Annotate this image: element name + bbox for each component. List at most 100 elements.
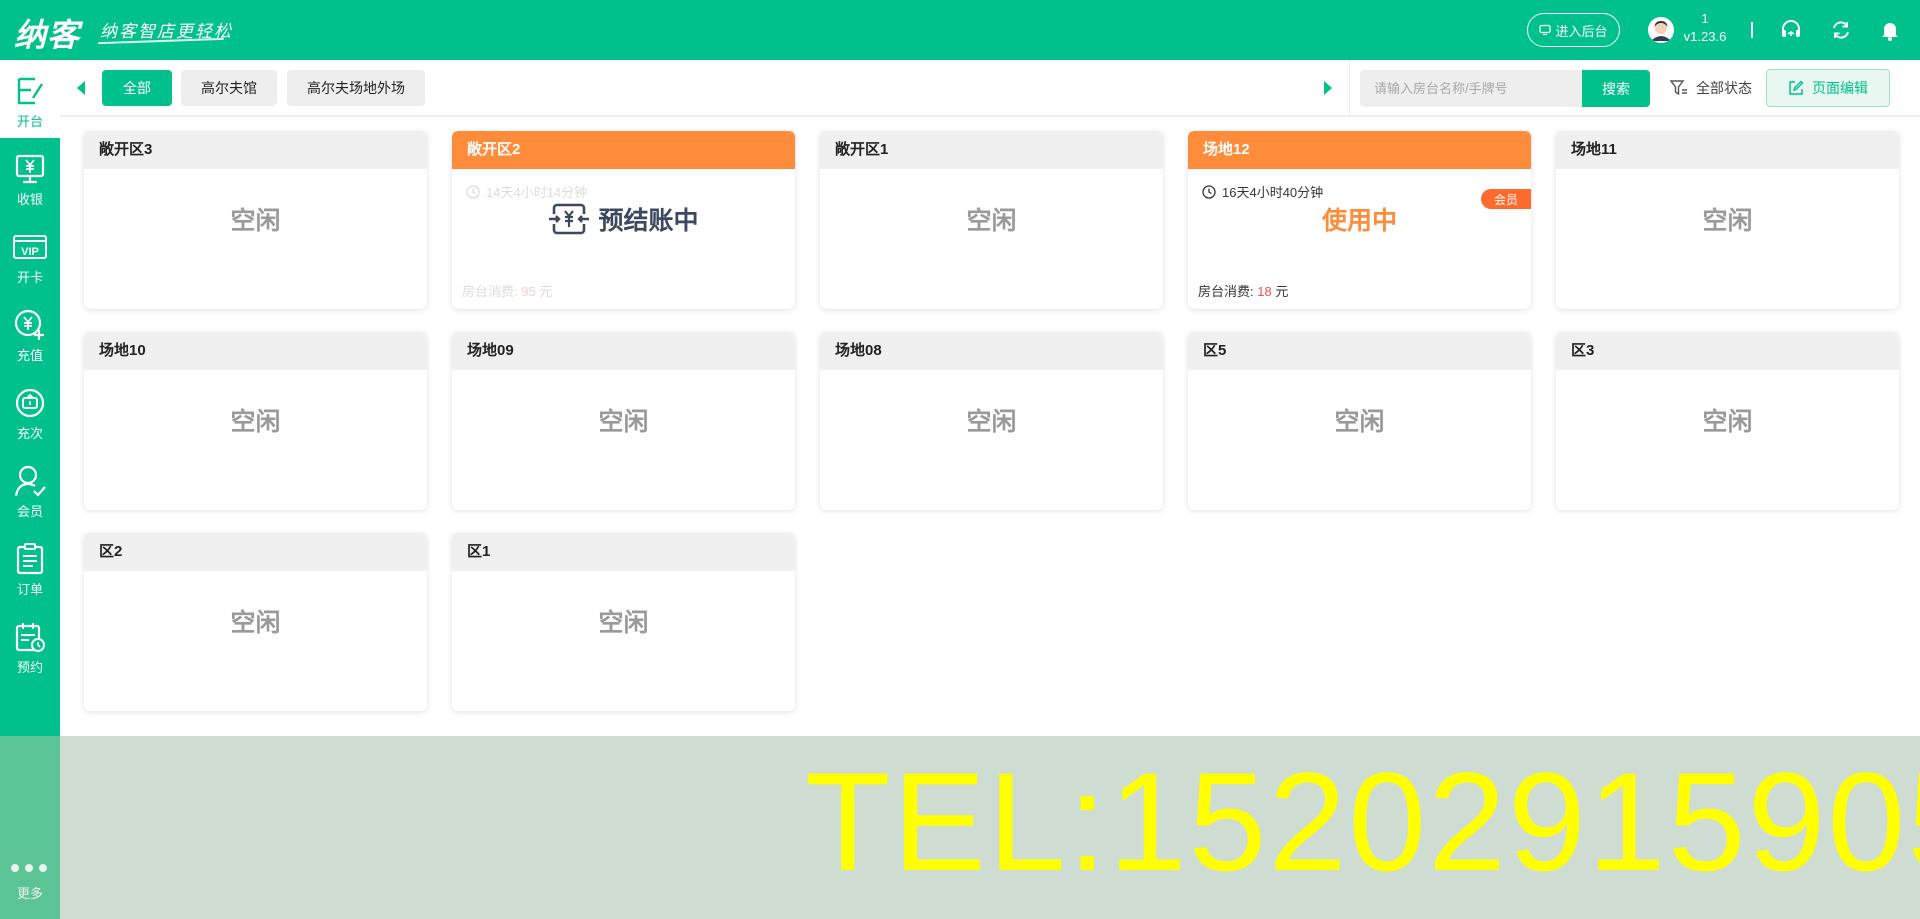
card-title: 敞开区3 — [84, 131, 427, 169]
table-card-field-10[interactable]: 场地10 空闲 — [84, 332, 427, 510]
card-fee-unit: 元 — [1275, 284, 1289, 299]
card-title: 区3 — [1556, 332, 1899, 370]
card-title: 场地09 — [452, 332, 795, 370]
tab-scroll-right-icon[interactable] — [1324, 81, 1332, 95]
recharge-times-icon — [15, 388, 45, 418]
sync-icon[interactable] — [1829, 18, 1853, 42]
nav-vip-card[interactable]: VIP 开卡 — [0, 216, 60, 294]
nav-cashier-label: 收银 — [16, 192, 43, 207]
bell-icon[interactable] — [1878, 18, 1902, 42]
table-card-zone-3[interactable]: 区3 空闲 — [1556, 332, 1899, 510]
nav-order[interactable]: 订单 — [0, 528, 60, 606]
nav-reservation-label: 预约 — [16, 660, 43, 675]
card-title: 敞开区2 — [452, 131, 795, 169]
nav-recharge[interactable]: 充值 — [0, 294, 60, 372]
open-table-icon — [17, 77, 44, 105]
filter-divider — [1349, 60, 1350, 116]
card-status: 空闲 — [598, 609, 649, 637]
nav-recharge-times[interactable]: 充次 — [0, 372, 60, 450]
card-duration: 14天4小时14分钟 — [466, 182, 587, 201]
nav-open-table-label: 开台 — [16, 114, 43, 129]
card-duration: 16天4小时40分钟 — [1202, 182, 1323, 201]
top-bar: 纳客 纳客智店更轻松 进入后台 1 v1.23.6 — [0, 0, 1920, 60]
nav-member-label: 会员 — [16, 504, 43, 519]
nav-recharge-label: 充值 — [16, 348, 43, 363]
card-fee-value: 95 — [521, 284, 536, 299]
order-icon — [16, 543, 44, 575]
card-title: 场地10 — [84, 332, 427, 370]
table-card-zone-2[interactable]: 区2 空闲 — [84, 533, 427, 711]
card-status: 使用中 — [1321, 207, 1397, 235]
card-title: 场地08 — [820, 332, 1163, 370]
card-fee-unit: 元 — [539, 284, 553, 299]
card-fee-label: 房台消费: — [462, 284, 518, 299]
clock-icon — [466, 184, 480, 199]
card-status: 空闲 — [1334, 408, 1385, 436]
table-card-zone-1[interactable]: 区1 空闲 — [452, 533, 795, 711]
card-status: 空闲 — [598, 408, 649, 436]
cashier-icon — [15, 154, 45, 184]
nav-member[interactable]: 会员 — [0, 450, 60, 528]
tab-golf-outdoor[interactable]: 高尔夫场地外场 — [287, 70, 425, 106]
nav-recharge-times-label: 充次 — [16, 426, 43, 441]
avatar[interactable] — [1648, 17, 1674, 43]
table-card-open-3[interactable]: 敞开区3 空闲 — [84, 131, 427, 309]
page-edit-label: 页面编辑 — [1812, 80, 1868, 96]
card-fee-label: 房台消费: — [1198, 284, 1254, 299]
card-status: 空闲 — [230, 408, 281, 436]
table-card-field-11[interactable]: 场地11 空闲 — [1556, 131, 1899, 309]
header-divider — [1751, 22, 1753, 38]
member-icon — [14, 465, 46, 497]
nav-cashier[interactable]: 收银 — [0, 138, 60, 216]
headset-icon[interactable] — [1779, 18, 1803, 42]
table-card-field-12[interactable]: 场地12 16天4小时40分钟 会员 使用中 房台消费: 18 元 — [1188, 131, 1531, 309]
card-title: 场地11 — [1556, 131, 1899, 169]
nav-vip-card-label: 开卡 — [16, 270, 43, 285]
card-title: 区1 — [452, 533, 795, 571]
svg-text:VIP: VIP — [21, 246, 39, 258]
card-status: 空闲 — [966, 207, 1017, 235]
user-name: 1 — [1701, 11, 1709, 26]
card-title: 敞开区1 — [820, 131, 1163, 169]
card-fee: 房台消费: 18 元 — [1198, 281, 1288, 300]
page-edit-button[interactable]: 页面编辑 — [1766, 69, 1890, 107]
status-filter[interactable]: 全部状态 — [1670, 78, 1752, 98]
user-info[interactable]: 1 v1.23.6 — [1680, 10, 1730, 46]
nav-more-label[interactable]: 更多 — [0, 883, 60, 902]
enter-backend-button[interactable]: 进入后台 — [1527, 13, 1620, 47]
nav-reservation[interactable]: 预约 — [0, 606, 60, 684]
tab-scroll-left-icon[interactable] — [77, 81, 85, 95]
card-duration-text: 14天4小时14分钟 — [486, 185, 588, 200]
table-card-zone-5[interactable]: 区5 空闲 — [1188, 332, 1531, 510]
tab-golf-hall[interactable]: 高尔夫馆 — [181, 70, 277, 106]
status-filter-label: 全部状态 — [1696, 80, 1752, 96]
card-status: 空闲 — [966, 408, 1017, 436]
table-card-open-1[interactable]: 敞开区1 空闲 — [820, 131, 1163, 309]
card-title: 区5 — [1188, 332, 1531, 370]
more-icon[interactable] — [11, 864, 47, 872]
card-status: 空闲 — [1702, 408, 1753, 436]
table-card-field-09[interactable]: 场地09 空闲 — [452, 332, 795, 510]
card-fee: 房台消费: 95 元 — [462, 281, 552, 300]
brand-logo: 纳客 — [14, 17, 81, 53]
edit-icon — [1789, 80, 1804, 95]
enter-backend-label: 进入后台 — [1555, 23, 1608, 39]
recharge-icon — [14, 309, 44, 340]
card-status: 空闲 — [230, 609, 281, 637]
user-avatar-icon — [1648, 17, 1674, 43]
card-title: 区2 — [84, 533, 427, 571]
nav-order-label: 订单 — [16, 582, 43, 597]
vip-card-icon: VIP — [13, 235, 47, 259]
table-card-field-08[interactable]: 场地08 空闲 — [820, 332, 1163, 510]
search-button[interactable]: 搜索 — [1582, 70, 1650, 107]
tel-watermark: TEL:15202915905 — [805, 743, 1920, 900]
pending-checkout-icon — [549, 203, 590, 235]
table-card-open-2[interactable]: 敞开区2 14天4小时14分钟 预结账中 房台消费: 95 元 — [452, 131, 795, 309]
filter-icon — [1670, 80, 1687, 96]
nav-open-table[interactable]: 开台 — [0, 60, 60, 138]
card-status-text: 预结账中 — [598, 207, 699, 235]
app-version: v1.23.6 — [1683, 29, 1727, 44]
tab-all[interactable]: 全部 — [102, 70, 172, 106]
card-title: 场地12 — [1188, 131, 1531, 169]
search-input[interactable] — [1360, 70, 1582, 107]
